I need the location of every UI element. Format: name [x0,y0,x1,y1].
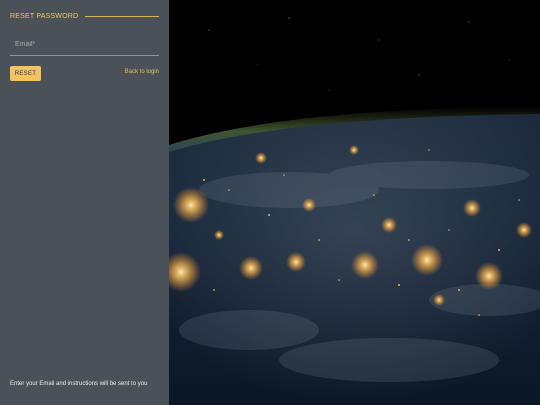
header-divider [85,15,159,17]
earth-image [169,0,540,405]
form-header: RESET PASSWORD [10,11,159,21]
reset-button[interactable]: RESET [10,66,41,81]
instructions-text: Enter your Email and instructions will b… [10,381,148,387]
reset-password-panel: RESET PASSWORD RESET Back to login Enter… [0,0,169,405]
email-input[interactable] [10,34,159,54]
email-field[interactable] [10,34,159,56]
form-title: RESET PASSWORD [10,12,79,20]
back-to-login-link[interactable]: Back to login [125,69,159,75]
earth-night-photo [169,0,540,405]
